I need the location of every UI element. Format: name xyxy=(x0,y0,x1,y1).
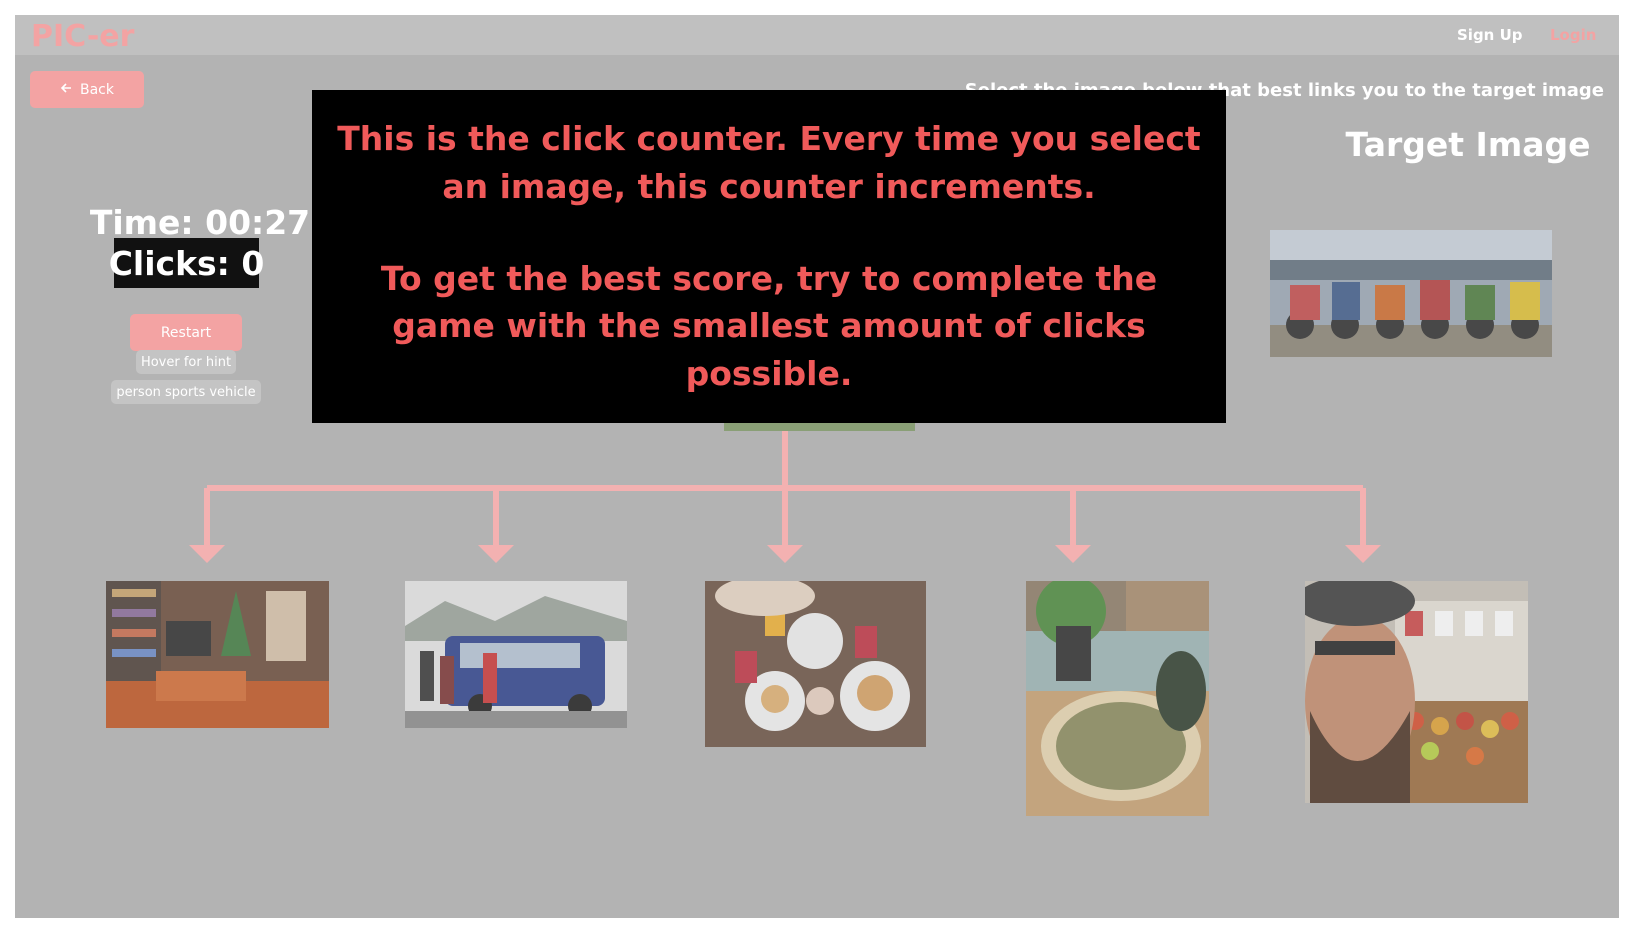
choice-image-5[interactable] xyxy=(1305,581,1528,803)
tutorial-overlay: This is the click counter. Every time yo… xyxy=(312,90,1226,423)
hint-text: person sports vehicle xyxy=(111,380,261,404)
page-frame: PIC-er Sign Up Login Back Select the ima… xyxy=(15,15,1619,918)
target-image xyxy=(1270,230,1552,357)
choice-image-3[interactable] xyxy=(705,581,926,747)
choice-image-1[interactable] xyxy=(106,581,329,728)
tutorial-line-2: To get the best score, try to complete t… xyxy=(380,258,1158,394)
signup-link[interactable]: Sign Up xyxy=(1457,26,1523,44)
logo[interactable]: PIC-er xyxy=(31,19,134,54)
arrow-left-icon xyxy=(60,82,72,98)
choice-image-2[interactable] xyxy=(405,581,627,728)
restart-button[interactable]: Restart xyxy=(130,314,242,351)
click-counter: Clicks: 0 xyxy=(109,238,264,288)
choice-image-4[interactable] xyxy=(1026,581,1209,816)
timer: Time: 00:27 xyxy=(89,203,311,242)
back-label: Back xyxy=(80,81,114,98)
tutorial-line-1: This is the click counter. Every time yo… xyxy=(337,118,1201,206)
navbar: PIC-er Sign Up Login xyxy=(15,15,1619,55)
back-button[interactable]: Back xyxy=(30,71,144,108)
hint-button[interactable]: Hover for hint xyxy=(136,350,236,374)
login-link[interactable]: Login xyxy=(1550,26,1596,44)
target-image-title: Target Image xyxy=(1345,125,1591,164)
